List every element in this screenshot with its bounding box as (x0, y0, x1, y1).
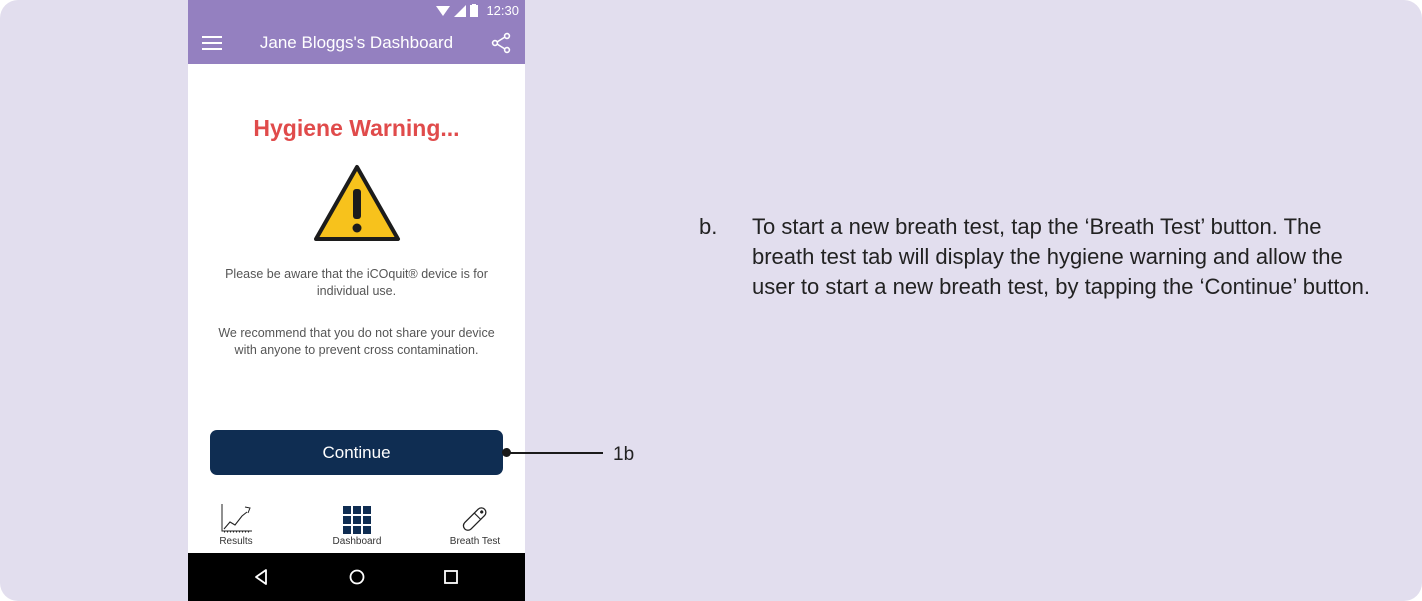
breath-device-icon (462, 507, 487, 531)
nav-results-label: Results (219, 536, 253, 547)
home-icon[interactable] (345, 565, 369, 589)
callout-line (507, 452, 603, 454)
continue-button[interactable]: Continue (210, 430, 503, 475)
instruction-panel: 12:30 Jane Bloggs's Dashboard Hygiene Wa… (0, 0, 1422, 601)
nav-results[interactable]: Results (191, 496, 281, 547)
wifi-icon (436, 5, 451, 16)
status-time: 12:30 (486, 3, 519, 18)
instruction-text: To start a new breath test, tap the ‘Bre… (752, 214, 1371, 299)
warning-title: Hygiene Warning... (253, 115, 460, 141)
share-icon[interactable] (490, 32, 512, 54)
warning-icon (314, 165, 400, 241)
app-title: Jane Bloggs's Dashboard (259, 33, 454, 52)
battery-icon (470, 4, 479, 17)
grid-icon (343, 506, 371, 534)
app-bar: Jane Bloggs's Dashboard (188, 22, 525, 64)
callout-label: 1b (613, 444, 635, 465)
back-icon[interactable] (250, 565, 274, 589)
sharing-recommendation: We recommend that you do not share your … (218, 326, 495, 357)
phone-screen: 12:30 Jane Bloggs's Dashboard Hygiene Wa… (188, 0, 525, 601)
recent-apps-icon[interactable] (439, 565, 463, 589)
bottom-nav: Results Dashboard Breath Test (188, 496, 525, 553)
line-chart-icon (221, 504, 252, 533)
individual-use-notice: Please be aware that the iCOquit® device… (225, 267, 488, 298)
signal-icon (454, 4, 467, 17)
instruction-marker: b. (699, 214, 718, 239)
nav-dashboard-label: Dashboard (332, 536, 382, 547)
nav-breath-test[interactable]: Breath Test (430, 496, 520, 547)
status-bar: 12:30 (188, 0, 525, 22)
nav-dashboard[interactable]: Dashboard (312, 496, 402, 547)
system-nav-bar (188, 553, 525, 601)
nav-breath-test-label: Breath Test (449, 536, 501, 547)
